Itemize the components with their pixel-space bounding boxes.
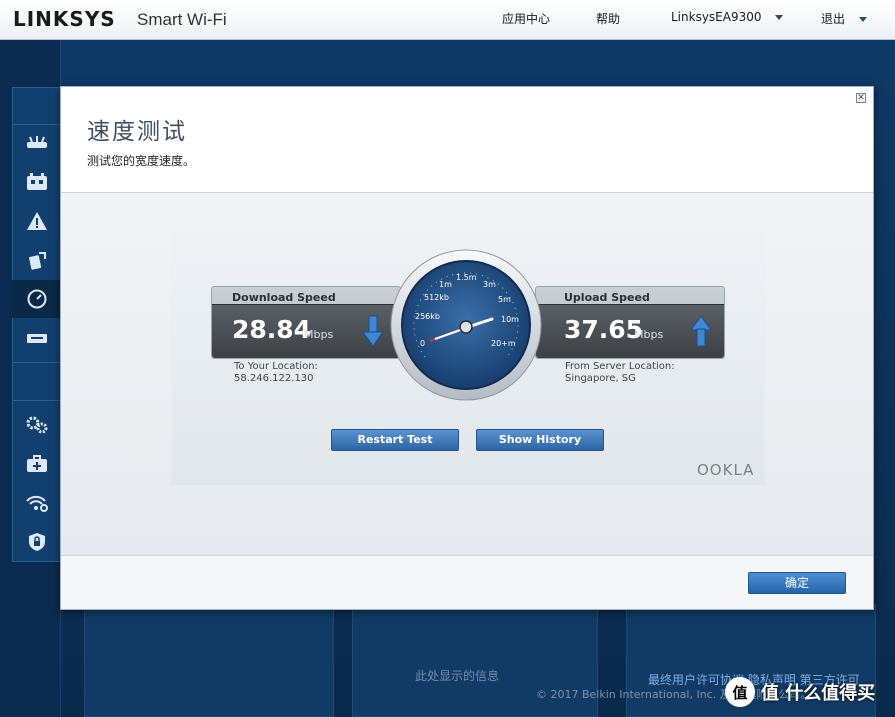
product-name: Smart Wi-Fi xyxy=(137,10,227,29)
upload-unit: Mbps xyxy=(634,328,664,341)
download-arrow-icon xyxy=(362,315,384,347)
download-value: 28.84 xyxy=(232,315,312,344)
medical-kit-icon[interactable] xyxy=(12,445,61,483)
chevron-down-icon xyxy=(775,15,784,20)
download-location-label: To Your Location: xyxy=(234,361,318,372)
security-icon[interactable] xyxy=(12,523,61,561)
download-location: To Your Location: 58.246.122.130 xyxy=(234,361,318,385)
upload-location-value: Singapore, SG xyxy=(565,373,636,384)
usb-icon[interactable] xyxy=(12,319,61,357)
devices-icon[interactable] xyxy=(12,163,61,201)
sidebar-divider xyxy=(12,362,61,363)
speedometer-icon[interactable] xyxy=(12,280,67,318)
gauge-label-1-5m: 1.5m xyxy=(456,273,477,282)
sidebar-divider xyxy=(12,400,61,401)
dialog-title: 速度测试 xyxy=(87,119,187,145)
upload-display: 37.65 Mbps xyxy=(536,304,724,358)
upload-location-label: From Server Location: xyxy=(565,361,675,372)
nav-device-menu[interactable]: LinksysEA9300 xyxy=(671,10,784,24)
download-location-value: 58.246.122.130 xyxy=(234,373,314,384)
gauge-label-5m: 5m xyxy=(498,295,511,304)
gauge-hub xyxy=(459,320,473,334)
wifi-settings-icon[interactable] xyxy=(12,484,61,522)
device-name: LinksysEA9300 xyxy=(671,10,762,24)
background-card xyxy=(84,604,334,717)
speed-test-dialog: ✕ 速度测试 测试您的宽度速度。 Download Speed 28.84 Mb… xyxy=(60,86,874,610)
logout-label: 退出 xyxy=(821,12,846,26)
ok-button[interactable]: 确定 xyxy=(748,572,846,594)
watermark: 值 值 什么值得买 xyxy=(725,675,890,709)
close-icon[interactable]: ✕ xyxy=(856,93,866,103)
gauge-label-0: 0 xyxy=(420,339,425,348)
watermark-text: 值 什么值得买 xyxy=(761,683,876,704)
upload-arrow-icon xyxy=(690,315,712,347)
router-icon[interactable] xyxy=(12,124,61,162)
watermark-logo: 值 xyxy=(725,677,755,707)
dialog-subtitle: 测试您的宽度速度。 xyxy=(87,154,196,168)
gauge-label-3m: 3m xyxy=(483,280,496,289)
nav-help[interactable]: 帮助 xyxy=(596,10,620,27)
upload-value: 37.65 xyxy=(564,315,644,344)
upload-label: Upload Speed xyxy=(564,291,650,304)
gauge-label-1m: 1m xyxy=(439,280,452,289)
upload-speed-panel: Upload Speed 37.65 Mbps xyxy=(535,286,725,359)
ookla-logo: OOKLA xyxy=(697,461,755,479)
gauge-label-10m: 10m xyxy=(501,315,519,324)
download-speed-panel: Download Speed 28.84 Mbps xyxy=(211,286,401,359)
nav-logout-menu[interactable]: 退出 xyxy=(821,10,867,27)
linksys-logo: LINKSYS xyxy=(13,7,116,31)
external-storage-icon[interactable] xyxy=(12,241,61,279)
speed-gauge: 0 256kb 512kb 1m 1.5m 3m 5m 10m 20+m xyxy=(390,249,542,401)
download-label: Download Speed xyxy=(232,291,336,304)
gauge-label-20m: 20+m xyxy=(491,339,516,348)
background-card-text: 此处显示的信息 xyxy=(415,669,500,683)
gauge-label-256kb: 256kb xyxy=(415,312,440,321)
gear-icon[interactable] xyxy=(12,406,61,444)
dialog-footer: 确定 xyxy=(61,556,873,609)
alert-icon[interactable] xyxy=(12,202,61,240)
chevron-down-icon xyxy=(858,17,867,22)
upload-location: From Server Location: Singapore, SG xyxy=(565,361,675,385)
show-history-button[interactable]: Show History xyxy=(476,429,604,451)
restart-test-button[interactable]: Restart Test xyxy=(331,429,459,451)
download-unit: Mbps xyxy=(304,328,334,341)
nav-app-center[interactable]: 应用中心 xyxy=(502,10,550,27)
top-bar: LINKSYS Smart Wi-Fi 应用中心 帮助 LinksysEA930… xyxy=(0,0,895,40)
download-display: 28.84 Mbps xyxy=(212,304,400,358)
gauge-label-512kb: 512kb xyxy=(424,293,449,302)
